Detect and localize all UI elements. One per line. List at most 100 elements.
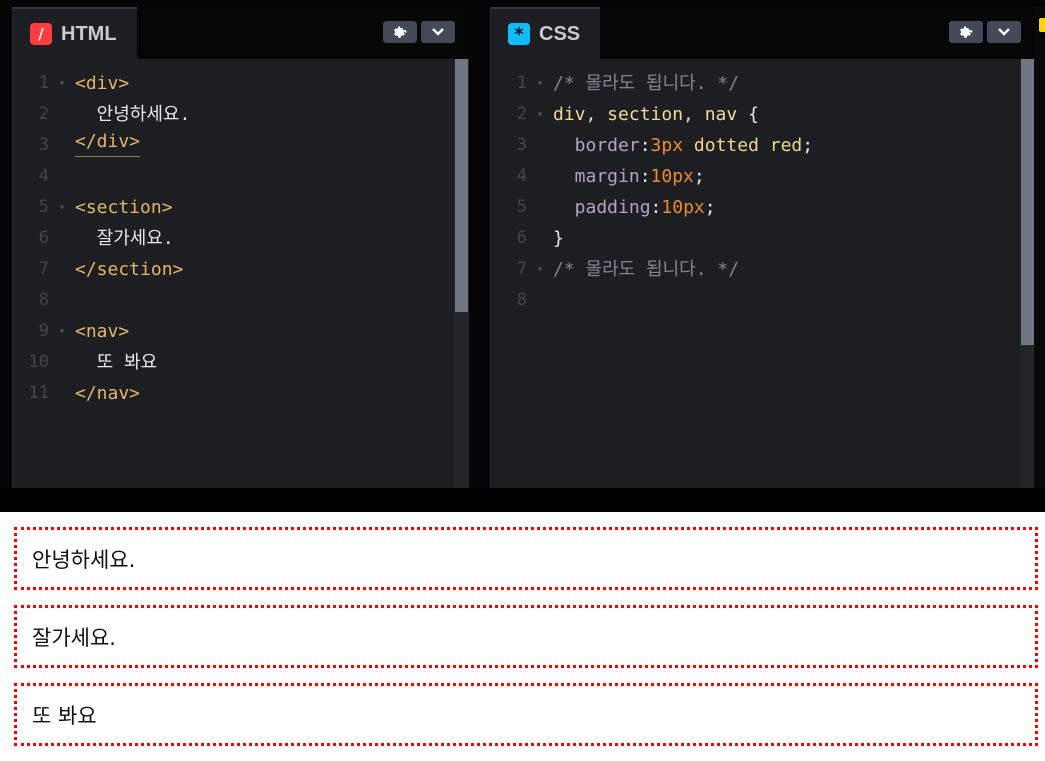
html-code-line[interactable]: 1 ▾ <div>: [13, 68, 469, 99]
line-number: 7: [38, 259, 49, 279]
code-token: </nav>: [75, 383, 141, 404]
html-collapse-button[interactable]: [421, 21, 455, 43]
code-token: 3px: [650, 135, 684, 156]
line-number: 5: [516, 197, 527, 217]
html-code-line[interactable]: 8: [13, 285, 469, 316]
html-code-line[interactable]: 10 또 봐요: [13, 347, 469, 378]
code-token: 10px: [650, 166, 694, 187]
line-number: 10: [28, 352, 49, 372]
html-scrollbar-thumb[interactable]: [455, 59, 468, 312]
code-token: ;: [704, 197, 716, 218]
fold-arrow-icon[interactable]: ▾: [49, 68, 75, 99]
line-number: 7: [516, 259, 527, 279]
line-number: 11: [28, 383, 49, 403]
line-number: 1: [38, 73, 49, 93]
css-code-line[interactable]: 5 padding:10px;: [491, 192, 1035, 223]
chevron-down-icon: [998, 28, 1010, 36]
fold-arrow-icon[interactable]: ▾: [49, 192, 75, 223]
line-number: 2: [38, 104, 49, 124]
html-code-line[interactable]: 4: [13, 161, 469, 192]
code-token: border: [553, 135, 640, 156]
code-token: </section>: [75, 259, 184, 280]
css-code-line[interactable]: 6}: [491, 223, 1035, 254]
line-number: 9: [38, 321, 49, 341]
css-code-line[interactable]: 4 margin:10px;: [491, 161, 1035, 192]
code-token: ;: [802, 135, 814, 156]
code-token: ;: [693, 166, 705, 187]
code-token: :: [650, 197, 662, 218]
line-number: 8: [516, 290, 527, 310]
html-tab[interactable]: / HTML: [13, 7, 137, 59]
line-number: 6: [516, 228, 527, 248]
css-settings-button[interactable]: [949, 21, 983, 43]
code-token: margin: [553, 166, 640, 187]
code-token: <section>: [75, 197, 173, 218]
js-panel-badge-icon[interactable]: [1039, 18, 1045, 32]
css-code-editor[interactable]: 1 ▾/* 몰라도 됩니다. */2 ▾ div, section, nav {3 b…: [491, 59, 1035, 488]
line-number: 8: [38, 290, 49, 310]
editor-area: / HTML 1 ▾ <div> 2 안녕하세요. 3 </div> 4 5 ▾ <section…: [0, 0, 1045, 488]
css-scrollbar-thumb[interactable]: [1021, 59, 1034, 345]
line-number: 6: [38, 228, 49, 248]
css-editor-panel: * CSS 1 ▾/* 몰라도 됩니다. */2 ▾ div, section, na…: [490, 7, 1035, 488]
gear-icon: [960, 26, 973, 38]
html-code-line[interactable]: 2 안녕하세요.: [13, 99, 469, 130]
css-collapse-button[interactable]: [987, 21, 1021, 43]
line-number: 3: [38, 135, 49, 155]
css-code-line[interactable]: 8: [491, 285, 1035, 316]
css-tab[interactable]: * CSS: [491, 7, 601, 59]
gear-icon: [394, 26, 407, 38]
html-scrollbar[interactable]: [454, 59, 469, 488]
preview-nav-box: 또 봐요: [14, 683, 1038, 746]
html-panel-header: / HTML: [13, 7, 469, 59]
line-number: 4: [38, 166, 49, 186]
html-code-line[interactable]: 6 잘가세요.: [13, 223, 469, 254]
code-token: }: [553, 228, 564, 249]
html-code-line[interactable]: 3 </div>: [13, 130, 469, 161]
line-number: 3: [516, 135, 527, 155]
css-tab-label: CSS: [539, 22, 581, 45]
line-number: 2: [516, 104, 527, 124]
code-token: 잘가세요.: [75, 228, 174, 249]
line-number: 4: [516, 166, 527, 186]
fold-arrow-icon[interactable]: ▾: [49, 316, 75, 347]
html-code-line[interactable]: 7 </section>: [13, 254, 469, 285]
fold-arrow-icon[interactable]: ▾: [527, 99, 553, 130]
code-token: 안녕하세요.: [75, 104, 191, 125]
preview-resize-bar[interactable]: [0, 488, 1045, 512]
html-code-line[interactable]: 11 </nav>: [13, 378, 469, 409]
panel-resizer[interactable]: [1034, 7, 1045, 488]
css-code-line[interactable]: 3 border:3px dotted red;: [491, 130, 1035, 161]
code-token: {: [748, 104, 759, 125]
chevron-down-icon: [432, 28, 444, 36]
css-scrollbar[interactable]: [1020, 59, 1035, 488]
css-code-line[interactable]: 1 ▾/* 몰라도 됩니다. */: [491, 68, 1035, 99]
html-code-line[interactable]: 9 ▾ <nav>: [13, 316, 469, 347]
html-code-line[interactable]: 5 ▾ <section>: [13, 192, 469, 223]
code-token: <nav>: [75, 321, 130, 342]
css-panel-header: * CSS: [491, 7, 1035, 59]
code-token: /* 몰라도 됩니다. */: [553, 259, 740, 280]
code-token: <div>: [75, 73, 130, 94]
css-code-line[interactable]: 7 ▾/* 몰라도 됩니다. */: [491, 254, 1035, 285]
code-token: div, section, nav: [553, 104, 749, 125]
preview-div-box: 안녕하세요.: [14, 527, 1038, 590]
html-settings-button[interactable]: [383, 21, 417, 43]
code-token: </div>: [75, 130, 141, 157]
html-code-editor[interactable]: 1 ▾ <div> 2 안녕하세요. 3 </div> 4 5 ▾ <section> 6 잘가세요…: [13, 59, 469, 488]
css-code-line[interactable]: 2 ▾ div, section, nav {: [491, 99, 1035, 130]
html-editor-panel: / HTML 1 ▾ <div> 2 안녕하세요. 3 </div> 4 5 ▾ <section…: [12, 7, 469, 488]
fold-arrow-icon[interactable]: ▾: [527, 254, 553, 285]
line-number: 1: [516, 73, 527, 93]
fold-arrow-icon[interactable]: ▾: [527, 68, 553, 99]
